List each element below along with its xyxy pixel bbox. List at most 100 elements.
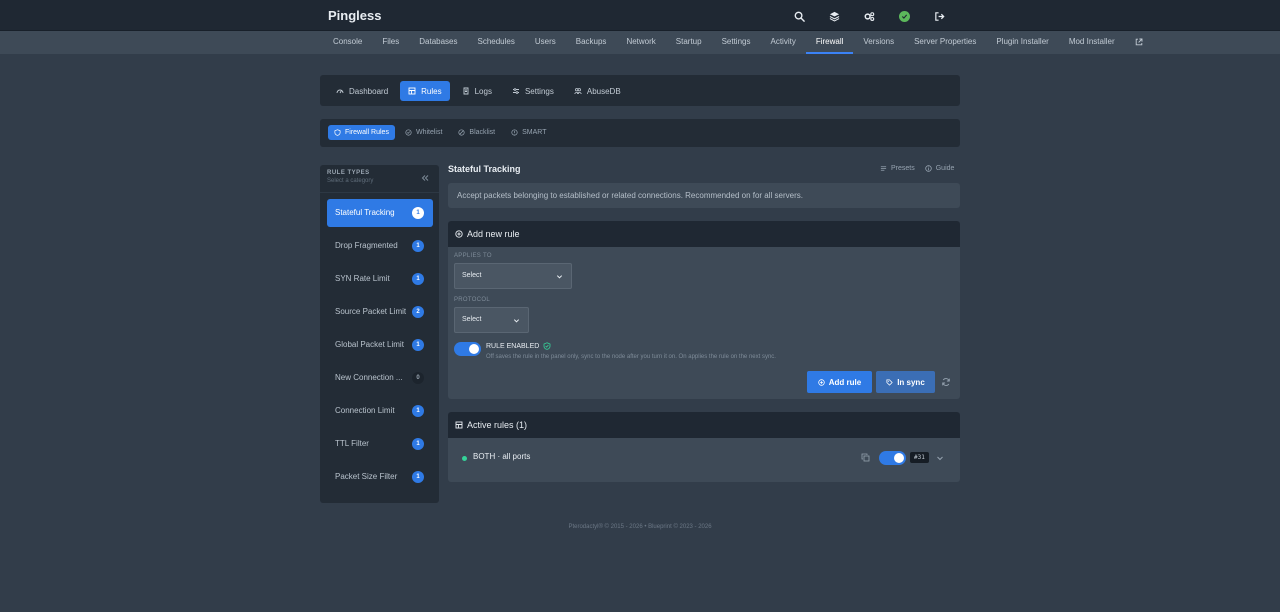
sidebar-subtitle: Select a category [327, 178, 374, 184]
count-badge: 1 [412, 207, 424, 219]
plus-circle-icon [455, 230, 463, 238]
rule-name: BOTH · all ports [473, 452, 531, 461]
tab-databases[interactable]: Databases [409, 31, 467, 54]
refresh-icon[interactable] [941, 377, 951, 387]
copy-icon[interactable] [861, 453, 870, 462]
rule-enabled-help: Off saves the rule in the panel only, sy… [486, 354, 776, 360]
subtabs: Dashboard Rules Logs Settings AbuseDB [328, 81, 629, 101]
tab-network[interactable]: Network [616, 31, 665, 54]
applies-to-select[interactable]: Select [454, 263, 572, 289]
tab-blacklist[interactable]: Blacklist [452, 125, 501, 140]
tab-label: Firewall Rules [345, 129, 389, 136]
rule-description: Accept packets belonging to established … [448, 183, 960, 208]
layers-icon[interactable] [825, 8, 843, 24]
tab-users[interactable]: Users [525, 31, 566, 54]
sidebar-item-new-connection[interactable]: New Connection ... 0 [327, 364, 433, 392]
tab-abusedb[interactable]: AbuseDB [566, 81, 629, 101]
nav-tabs: Console Files Databases Schedules Users Backu… [323, 31, 1153, 54]
sidebar-item-ttl-filter[interactable]: TTL Filter 1 [327, 430, 433, 458]
tab-server-properties[interactable]: Server Properties [904, 31, 986, 54]
tab-files[interactable]: Files [372, 31, 409, 54]
chevron-down-icon[interactable] [936, 454, 944, 462]
tab-smart[interactable]: SMART [505, 125, 552, 140]
tab-logs[interactable]: Logs [454, 81, 500, 101]
smart-icon [511, 129, 518, 136]
avatar[interactable] [895, 8, 913, 24]
tab-plugin-installer[interactable]: Plugin Installer [986, 31, 1058, 54]
external-link-icon[interactable] [1125, 31, 1153, 54]
sidebar-item-syn-rate-limit[interactable]: SYN Rate Limit 1 [327, 265, 433, 293]
rule-enabled-toggle[interactable] [454, 342, 481, 356]
add-rule-header: Add new rule [448, 221, 960, 247]
server-nav: Console Files Databases Schedules Users Backu… [0, 31, 1280, 54]
table-row[interactable]: BOTH · all ports #31 [448, 438, 960, 482]
rule-id-badge: #31 [910, 452, 929, 463]
tab-dashboard[interactable]: Dashboard [328, 81, 396, 101]
sidebar-item-stateful-tracking[interactable]: Stateful Tracking 1 [327, 199, 433, 227]
count-badge: 1 [412, 273, 424, 285]
settings-icon [512, 87, 520, 95]
sidebar-item-label: Stateful Tracking [335, 208, 395, 217]
status-dot [462, 456, 467, 461]
tab-schedules[interactable]: Schedules [468, 31, 525, 54]
sync-button[interactable]: In sync [876, 371, 935, 393]
tab-console[interactable]: Console [323, 31, 372, 54]
sidebar-divider [320, 192, 439, 193]
active-rules-title: Active rules (1) [467, 420, 528, 430]
abusedb-icon [574, 87, 582, 95]
sidebar-item-packet-size-filter[interactable]: Packet Size Filter 1 [327, 463, 433, 491]
sidebar-item-drop-fragmented[interactable]: Drop Fragmented 1 [327, 232, 433, 260]
tab-label: Rules [421, 86, 442, 96]
main-actions: Presets Guide [880, 165, 954, 172]
tab-label: SMART [522, 129, 547, 136]
sidebar-item-label: Packet Size Filter [335, 472, 398, 481]
logout-icon[interactable] [930, 8, 948, 24]
top-bar: Pingless [0, 0, 1280, 31]
rule-toggle[interactable] [879, 451, 906, 465]
count-badge: 1 [412, 339, 424, 351]
presets-label: Presets [891, 165, 915, 172]
firewall-rules-icon [334, 129, 341, 136]
tab-mod-installer[interactable]: Mod Installer [1059, 31, 1125, 54]
avatar-icon [898, 10, 910, 22]
tab-whitelist[interactable]: Whitelist [399, 125, 448, 140]
tab-firewall[interactable]: Firewall [805, 31, 854, 54]
protocol-select[interactable]: Select [454, 307, 529, 333]
sidebar-item-connection-limit[interactable]: Connection Limit 1 [327, 397, 433, 425]
tab-activity[interactable]: Activity [760, 31, 805, 54]
app-title[interactable]: Pingless [328, 8, 381, 23]
collapse-icon[interactable] [421, 174, 429, 182]
tab-rules[interactable]: Rules [400, 81, 450, 101]
tab-label: Blacklist [469, 129, 496, 136]
rules-subnav: Firewall Rules Whitelist Blacklist SMART [320, 119, 960, 147]
search-icon[interactable] [790, 8, 808, 24]
tab-backups[interactable]: Backups [566, 31, 617, 54]
tab-settings[interactable]: Settings [712, 31, 761, 54]
sidebar-item-label: TTL Filter [335, 439, 369, 448]
tab-label: Logs [474, 86, 492, 96]
dashboard-icon [336, 87, 344, 95]
sidebar-item-global-packet-limit[interactable]: Global Packet Limit 1 [327, 331, 433, 359]
add-rule-button[interactable]: Add rule [807, 371, 872, 393]
tab-firewall-rules[interactable]: Firewall Rules [328, 125, 395, 140]
sidebar-item-source-packet-limit[interactable]: Source Packet Limit 2 [327, 298, 433, 326]
presets-button[interactable]: Presets [880, 165, 915, 172]
count-badge: 1 [412, 438, 424, 450]
guide-button[interactable]: Guide [925, 165, 954, 172]
rule-category-tabs: Firewall Rules Whitelist Blacklist SMART [328, 125, 552, 140]
count-badge: 0 [412, 372, 424, 384]
add-rule-label: Add rule [828, 377, 862, 387]
count-badge: 1 [412, 240, 424, 252]
whitelist-icon [405, 129, 412, 136]
protocol-value: Select [462, 316, 482, 323]
tab-startup[interactable]: Startup [666, 31, 712, 54]
tab-settings[interactable]: Settings [504, 81, 562, 101]
tag-icon [886, 378, 893, 386]
tab-versions[interactable]: Versions [853, 31, 904, 54]
logs-icon [462, 87, 470, 95]
shield-check-icon [543, 342, 551, 350]
cogs-icon[interactable] [860, 8, 878, 24]
rule-types-sidebar: RULE TYPES Select a category Stateful Tr… [320, 165, 439, 503]
toggle-knob [894, 453, 904, 463]
tab-label: Settings [524, 86, 554, 96]
